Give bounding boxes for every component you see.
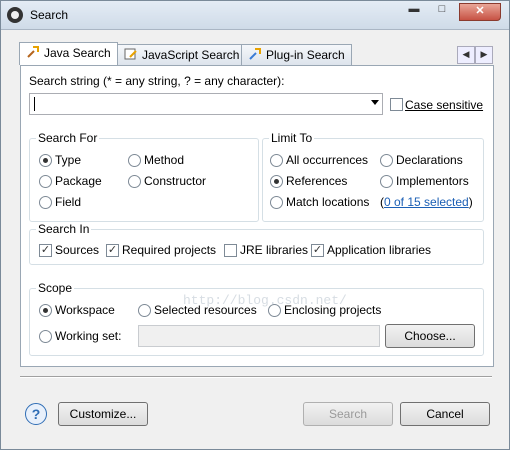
tab-java-search[interactable]: Java Search bbox=[19, 42, 118, 65]
tab-label: Plug-in Search bbox=[266, 48, 345, 62]
case-sensitive-label: Case sensitive bbox=[405, 98, 484, 112]
case-sensitive-checkbox[interactable] bbox=[390, 98, 403, 111]
working-set-radio[interactable] bbox=[39, 330, 52, 343]
tab-label: JavaScript Search bbox=[142, 48, 240, 62]
tab-plugin-search[interactable]: Plug-in Search bbox=[241, 44, 352, 65]
type-label: Type bbox=[55, 153, 82, 167]
match-locations-label: Match locations bbox=[286, 195, 370, 209]
references-label: References bbox=[286, 174, 348, 188]
jre-libraries-label: JRE libraries bbox=[240, 243, 309, 257]
match-locations-link-wrap: (0 of 15 selected) bbox=[380, 195, 473, 209]
cancel-button[interactable]: Cancel bbox=[400, 402, 490, 426]
search-for-group: Search For Type Method Package Construct… bbox=[29, 131, 259, 222]
working-set-field[interactable] bbox=[138, 325, 380, 347]
required-projects-checkbox[interactable]: ✓ bbox=[106, 244, 119, 257]
method-radio[interactable] bbox=[128, 154, 141, 167]
type-radio[interactable] bbox=[39, 154, 52, 167]
title-bar: Search ▬ □ ✕ bbox=[1, 1, 509, 30]
required-projects-label: Required projects bbox=[122, 243, 217, 257]
maximize-button[interactable]: □ bbox=[429, 3, 455, 19]
sources-label: Sources bbox=[55, 243, 100, 257]
enclosing-projects-radio[interactable] bbox=[268, 304, 281, 317]
customize-button[interactable]: Customize... bbox=[58, 402, 148, 426]
limit-to-title: Limit To bbox=[269, 131, 315, 145]
workspace-label: Workspace bbox=[55, 303, 115, 317]
references-radio[interactable] bbox=[270, 175, 283, 188]
java-search-icon bbox=[26, 45, 40, 59]
package-label: Package bbox=[55, 174, 102, 188]
selected-resources-label: Selected resources bbox=[154, 303, 257, 317]
search-dialog: Search ▬ □ ✕ Java Search JavaScript Sear… bbox=[0, 0, 510, 450]
search-string-label: Search string (* = any string, ? = any c… bbox=[29, 74, 285, 88]
workspace-radio[interactable] bbox=[39, 304, 52, 317]
tab-javascript-search[interactable]: JavaScript Search bbox=[117, 44, 247, 65]
sources-checkbox[interactable]: ✓ bbox=[39, 244, 52, 257]
match-locations-link[interactable]: 0 of 15 selected bbox=[384, 195, 469, 209]
working-set-label: Working set: bbox=[55, 329, 122, 343]
text-caret bbox=[34, 97, 35, 111]
help-icon[interactable]: ? bbox=[25, 403, 47, 425]
constructor-label: Constructor bbox=[144, 174, 207, 188]
java-search-panel: Search string (* = any string, ? = any c… bbox=[20, 65, 494, 367]
minimize-button[interactable]: ▬ bbox=[401, 3, 427, 19]
tab-scroll-left-icon[interactable]: ◀ bbox=[457, 46, 475, 64]
jre-libraries-checkbox[interactable] bbox=[224, 244, 237, 257]
selected-resources-radio[interactable] bbox=[138, 304, 151, 317]
close-button[interactable]: ✕ bbox=[459, 3, 501, 21]
field-label: Field bbox=[55, 195, 82, 209]
search-button[interactable]: Search bbox=[303, 402, 393, 426]
all-occurrences-radio[interactable] bbox=[270, 154, 283, 167]
all-occurrences-label: All occurrences bbox=[286, 153, 369, 167]
footer-separator bbox=[20, 376, 492, 378]
search-in-group: Search In ✓ Sources ✓ Required projects … bbox=[29, 222, 484, 265]
tab-label: Java Search bbox=[44, 46, 111, 60]
tab-scroll-right-icon[interactable]: ▶ bbox=[475, 46, 493, 64]
implementors-radio[interactable] bbox=[380, 175, 393, 188]
declarations-radio[interactable] bbox=[380, 154, 393, 167]
enclosing-projects-label: Enclosing projects bbox=[284, 303, 382, 317]
constructor-radio[interactable] bbox=[128, 175, 141, 188]
choose-button[interactable]: Choose... bbox=[385, 324, 475, 348]
plugin-search-icon bbox=[248, 47, 262, 61]
search-in-title: Search In bbox=[36, 222, 92, 236]
search-string-combo[interactable] bbox=[29, 93, 383, 115]
package-radio[interactable] bbox=[39, 175, 52, 188]
application-libraries-label: Application libraries bbox=[327, 243, 432, 257]
limit-to-group: Limit To All occurrences Declarations Re… bbox=[262, 131, 484, 222]
chevron-down-icon[interactable] bbox=[371, 100, 379, 105]
declarations-label: Declarations bbox=[396, 153, 463, 167]
implementors-label: Implementors bbox=[396, 174, 469, 188]
tab-bar: Java Search JavaScript Search Plug-in Se… bbox=[19, 42, 493, 66]
eclipse-icon bbox=[7, 7, 23, 23]
application-libraries-checkbox[interactable]: ✓ bbox=[311, 244, 324, 257]
method-label: Method bbox=[144, 153, 185, 167]
window-title: Search bbox=[30, 8, 69, 22]
search-for-title: Search For bbox=[36, 131, 100, 145]
scope-group: Scope Workspace Selected resources Enclo… bbox=[29, 281, 484, 356]
match-locations-radio[interactable] bbox=[270, 196, 283, 209]
field-radio[interactable] bbox=[39, 196, 52, 209]
tab-scroll: ◀ ▶ bbox=[457, 46, 493, 64]
scope-title: Scope bbox=[36, 281, 75, 295]
javascript-search-icon bbox=[124, 47, 138, 61]
